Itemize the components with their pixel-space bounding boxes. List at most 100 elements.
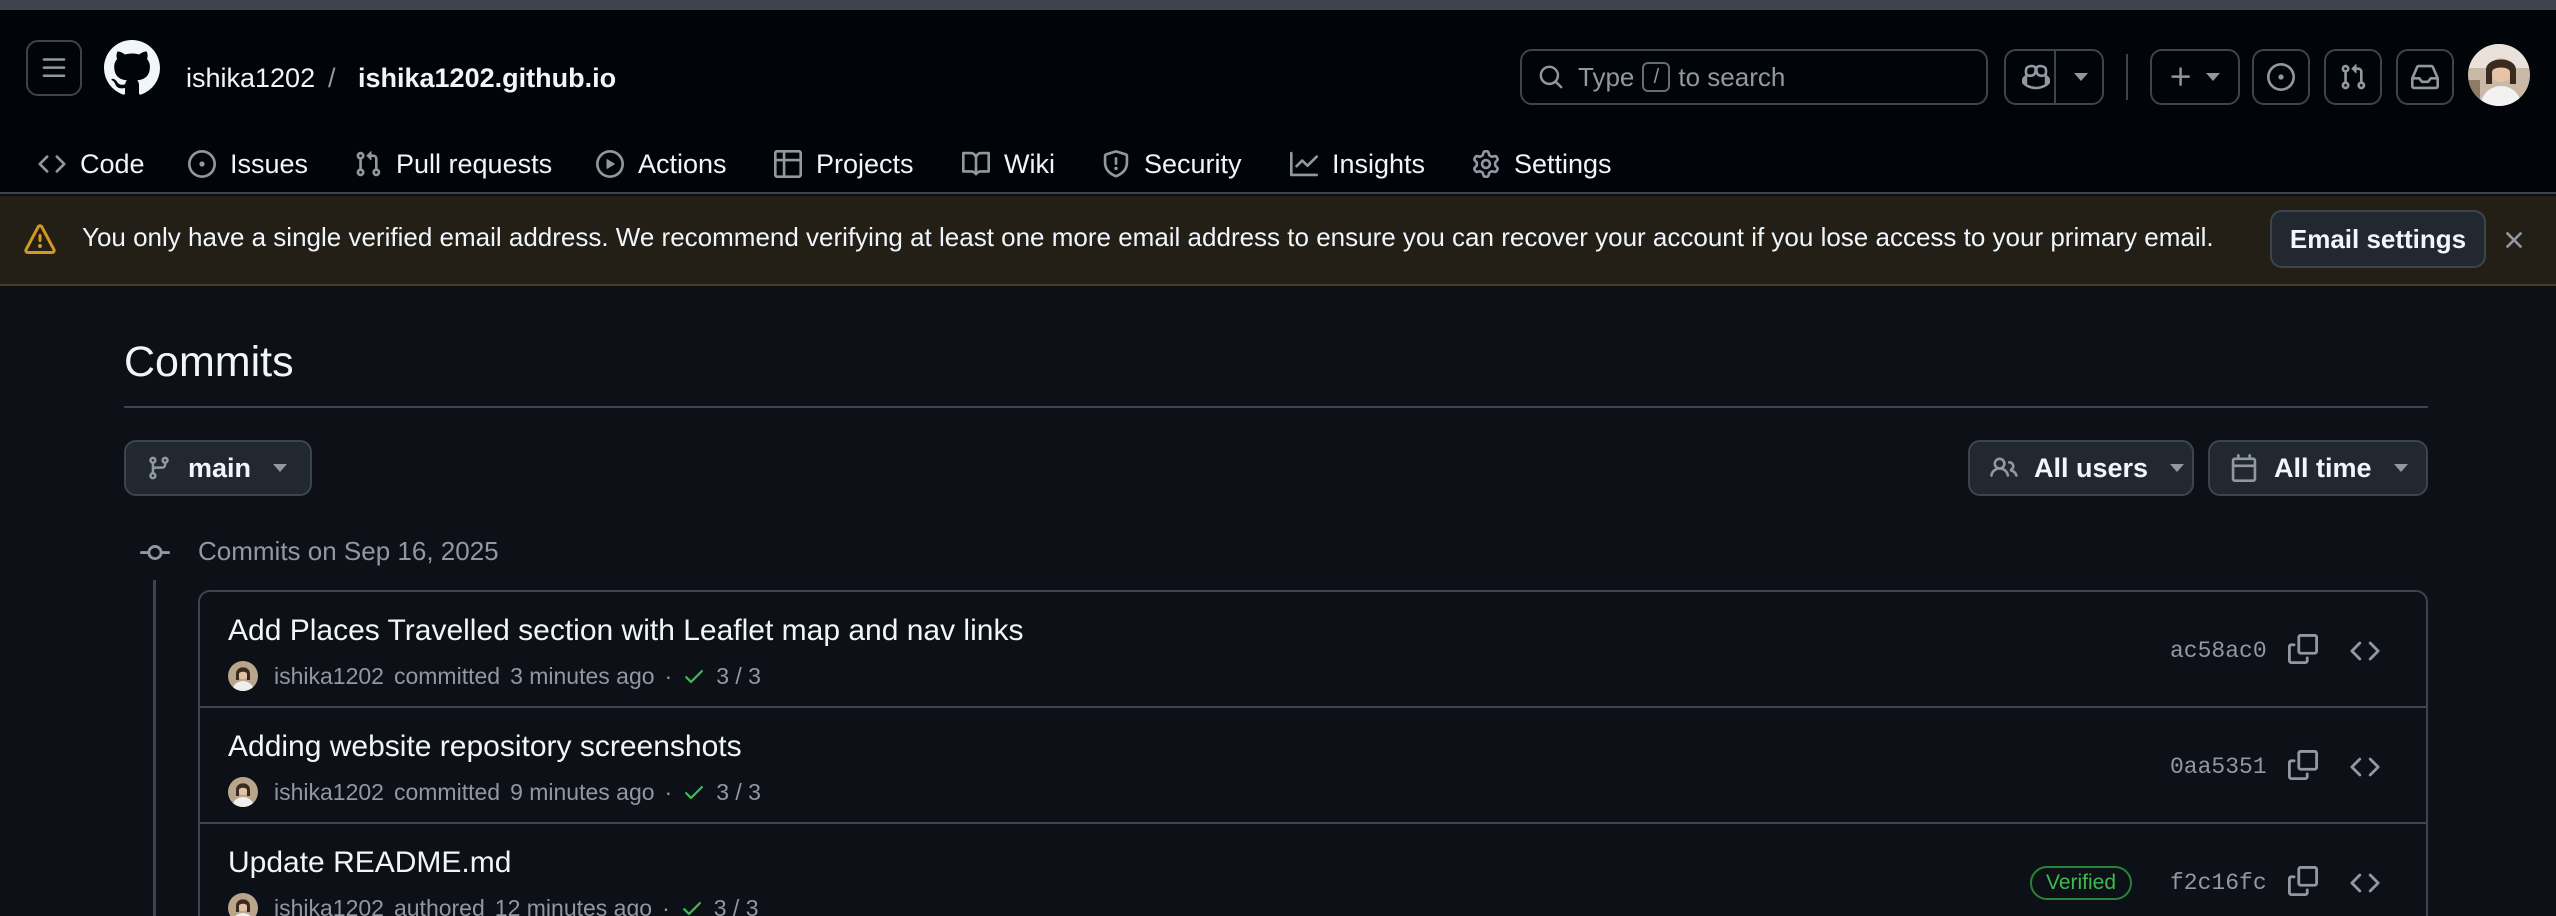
commit-message-link[interactable]: Update README.md bbox=[228, 844, 511, 882]
commit-sha[interactable]: f2c16fc bbox=[2170, 868, 2267, 898]
user-avatar[interactable] bbox=[2468, 44, 2530, 106]
check-icon[interactable] bbox=[682, 664, 706, 688]
check-icon[interactable] bbox=[680, 896, 704, 916]
issues-button[interactable] bbox=[2252, 49, 2310, 105]
commit-row: Update README.md ishika1202 authored 12 … bbox=[200, 824, 2426, 916]
branch-name: main bbox=[188, 452, 252, 483]
plus-icon bbox=[2171, 67, 2190, 86]
menu-button[interactable] bbox=[26, 40, 82, 96]
commit-meta: ishika1202 committed 9 minutes ago · 3 /… bbox=[228, 776, 761, 808]
author-avatar[interactable] bbox=[228, 893, 258, 916]
commit-message-link[interactable]: Add Places Travelled section with Leafle… bbox=[228, 612, 1023, 650]
commit-sha[interactable]: ac58ac0 bbox=[2170, 636, 2267, 666]
users-filter[interactable]: All users bbox=[1968, 440, 2194, 496]
commit-author[interactable]: ishika1202 bbox=[274, 663, 384, 690]
calendar-icon bbox=[2231, 454, 2257, 482]
email-settings-button[interactable]: Email settings bbox=[2270, 210, 2486, 268]
search-input[interactable]: Type / to search bbox=[1520, 49, 1988, 105]
play-icon bbox=[596, 150, 624, 178]
breadcrumb-repo[interactable]: ishika1202.github.io bbox=[358, 60, 616, 96]
meta-separator: · bbox=[664, 662, 673, 689]
tab-code-label: Code bbox=[80, 148, 145, 179]
email-warning-banner: You only have a single verified email ad… bbox=[0, 196, 2556, 286]
commit-author[interactable]: ishika1202 bbox=[274, 895, 384, 916]
commit-message-link[interactable]: Adding website repository screenshots bbox=[228, 728, 742, 766]
commit-action: committed bbox=[393, 662, 501, 689]
search-prefix: Type bbox=[1578, 61, 1635, 92]
breadcrumb-separator: / bbox=[328, 63, 336, 93]
browse-files-icon[interactable] bbox=[2350, 868, 2380, 898]
checks-count[interactable]: 3 / 3 bbox=[714, 895, 759, 916]
tab-projects-label: Projects bbox=[816, 148, 914, 179]
browse-files-icon[interactable] bbox=[2350, 636, 2380, 666]
commit-author[interactable]: ishika1202 bbox=[274, 779, 384, 806]
tab-actions-label: Actions bbox=[638, 148, 727, 179]
checks-count[interactable]: 3 / 3 bbox=[716, 779, 761, 806]
close-icon[interactable] bbox=[2500, 226, 2528, 254]
breadcrumb-owner[interactable]: ishika1202 bbox=[186, 60, 315, 96]
browse-files-icon[interactable] bbox=[2350, 752, 2380, 782]
chevron-down-icon bbox=[273, 464, 288, 472]
commit-action: authored bbox=[393, 894, 485, 916]
tab-insights[interactable]: Insights bbox=[1290, 144, 1425, 184]
search-icon bbox=[1539, 65, 1563, 89]
inbox-icon bbox=[2411, 64, 2439, 90]
tab-pull-requests-label: Pull requests bbox=[396, 148, 553, 179]
shield-icon bbox=[1103, 150, 1129, 178]
people-icon bbox=[1990, 457, 2018, 477]
tab-projects[interactable]: Projects bbox=[774, 144, 914, 184]
tab-settings-label: Settings bbox=[1514, 148, 1612, 179]
commit-meta: ishika1202 committed 3 minutes ago · 3 /… bbox=[228, 660, 761, 692]
chevron-down-icon bbox=[2206, 73, 2220, 81]
commit-action: committed bbox=[393, 778, 501, 805]
time-filter[interactable]: All time bbox=[2208, 440, 2428, 496]
banner-message: You only have a single verified email ad… bbox=[82, 222, 2214, 252]
verified-badge[interactable]: Verified bbox=[2030, 866, 2133, 900]
tab-pull-requests[interactable]: Pull requests bbox=[354, 144, 552, 184]
time-filter-label: All time bbox=[2274, 452, 2372, 483]
tab-insights-label: Insights bbox=[1332, 148, 1426, 179]
github-logo-icon[interactable] bbox=[104, 40, 160, 96]
copilot-dropdown-caret[interactable] bbox=[2074, 73, 2088, 81]
author-avatar[interactable] bbox=[228, 777, 258, 807]
page-title: Commits bbox=[124, 338, 294, 386]
copy-icon[interactable] bbox=[2288, 750, 2318, 780]
copy-icon[interactable] bbox=[2288, 634, 2318, 664]
book-icon bbox=[962, 151, 990, 176]
author-avatar[interactable] bbox=[228, 661, 258, 691]
checks-count[interactable]: 3 / 3 bbox=[716, 663, 761, 690]
gear-icon bbox=[1473, 150, 1499, 178]
global-header: ishika1202 / ishika1202.github.io Type /… bbox=[0, 10, 2556, 194]
title-divider bbox=[124, 406, 2428, 408]
tab-settings[interactable]: Settings bbox=[1472, 144, 1612, 184]
create-new-button[interactable] bbox=[2150, 49, 2240, 105]
branch-selector[interactable]: main bbox=[124, 440, 312, 496]
tab-security[interactable]: Security bbox=[1102, 144, 1242, 184]
graph-icon bbox=[1290, 151, 1318, 177]
git-commit-icon bbox=[140, 538, 170, 568]
pull-requests-button[interactable] bbox=[2324, 49, 2382, 105]
issue-opened-icon bbox=[188, 150, 216, 178]
users-filter-label: All users bbox=[2034, 452, 2149, 483]
tab-code[interactable]: Code bbox=[38, 144, 145, 184]
git-pull-request-icon bbox=[2341, 64, 2366, 90]
tab-wiki-label: Wiki bbox=[1004, 148, 1055, 179]
git-branch-icon bbox=[149, 456, 169, 480]
table-icon bbox=[774, 150, 802, 178]
tab-actions[interactable]: Actions bbox=[596, 144, 727, 184]
search-shortcut-key: / bbox=[1642, 62, 1671, 92]
chevron-down-icon bbox=[2170, 464, 2185, 472]
inbox-button[interactable] bbox=[2396, 49, 2454, 105]
check-icon[interactable] bbox=[682, 780, 706, 804]
commit-row: Adding website repository screenshots is… bbox=[200, 708, 2426, 824]
search-suffix: to search bbox=[1678, 61, 1786, 92]
timeline-line bbox=[153, 580, 156, 916]
meta-separator: · bbox=[664, 778, 673, 805]
copy-icon[interactable] bbox=[2288, 866, 2318, 896]
tab-wiki[interactable]: Wiki bbox=[962, 144, 1055, 184]
code-icon bbox=[38, 155, 66, 173]
tab-issues[interactable]: Issues bbox=[188, 144, 308, 184]
git-pull-request-icon bbox=[356, 151, 381, 177]
tab-issues-label: Issues bbox=[230, 148, 309, 179]
commit-sha[interactable]: 0aa5351 bbox=[2170, 752, 2267, 782]
